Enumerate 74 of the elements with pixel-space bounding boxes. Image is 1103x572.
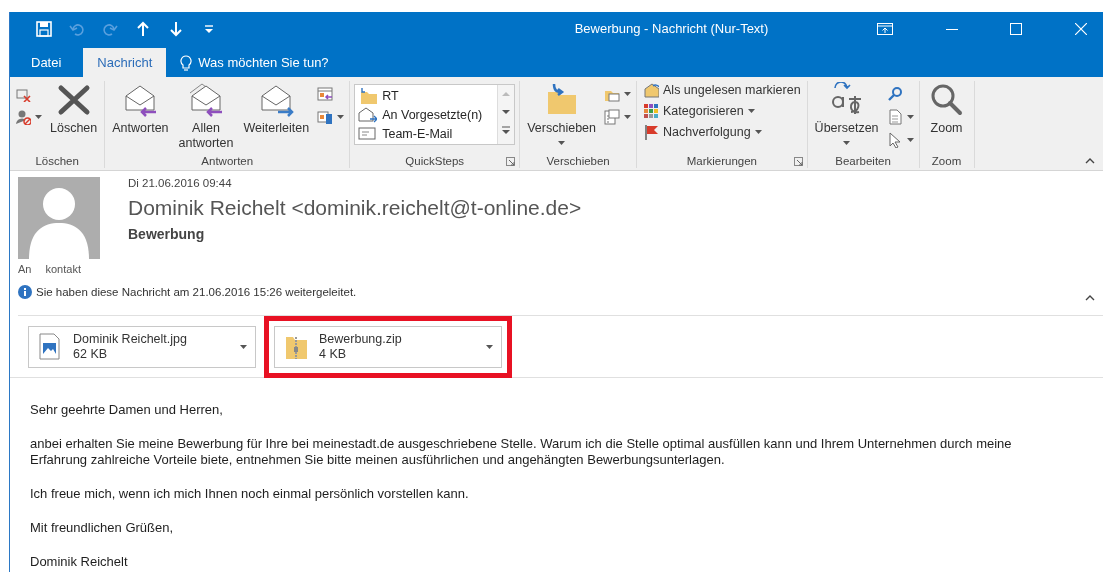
recipient-name[interactable]: kontakt [45, 263, 81, 275]
caret-icon[interactable] [486, 344, 493, 349]
ribbon-button[interactable] [603, 108, 633, 126]
body-paragraph: Dominik Reichelt [30, 554, 129, 570]
attachment-size: 62 KB [73, 347, 109, 361]
ribbon-button[interactable] [14, 108, 43, 126]
group-label: Zoom [931, 155, 962, 167]
document-icon [886, 109, 903, 125]
forward-notice: Sie haben diese Nachricht am 21.06.2016 15:26 weitergeleitet. [36, 286, 358, 298]
quickstep-item[interactable]: RT [358, 86, 495, 105]
find-icon [886, 86, 903, 102]
dialog-launcher-icon[interactable] [793, 157, 803, 166]
reply-all-icon [188, 82, 224, 118]
ribbon-button[interactable]: Als ungelesen markieren [641, 82, 803, 98]
meeting-icon [317, 86, 334, 102]
body-paragraph: anbei erhalten Sie meine Bewerbung für Ihre bei meinestadt.de ausgeschriebene Stelle. Warum ich die Stelle optimal ausfüllen kann und Ihrem Unternehmen durch meine Erfahrung zahlreiche Vorteile biete, entnehmen Sie bitte meinen ausführlichen und angehängten Bewerbungsunterlagen. [30, 436, 1013, 468]
group-label: QuickSteps [405, 155, 465, 167]
body-paragraph: Sehr geehrte Damen und Herren, [30, 402, 224, 418]
group-label: Bearbeiten [835, 155, 891, 167]
attachment-name: Bewerbung.zip [319, 332, 403, 346]
body-paragraph: Ich freue mich, wenn ich mich Ihnen noch einmal persönlich vorstellen kann. [30, 486, 470, 502]
more-actions-icon [317, 109, 334, 125]
attachment-name: Dominik Reichelt.jpg [73, 332, 188, 346]
maximize-icon[interactable] [1010, 22, 1023, 35]
collapse-ribbon-icon[interactable] [1085, 158, 1095, 164]
actions-icon [604, 109, 621, 125]
sender-name[interactable]: Dominik Reichelt <dominik.reichelt@t-online.de> [128, 196, 582, 220]
image-file-icon [39, 333, 61, 360]
ribbon-button[interactable]: Nachverfolgung [641, 124, 803, 140]
info-icon [18, 285, 32, 299]
folder-icon [358, 87, 378, 104]
envelope-arrow-icon [358, 106, 378, 123]
ribbon-button[interactable]: Weiterleiten [240, 81, 313, 137]
junk-icon [15, 109, 31, 125]
group-label: Markierungen [686, 155, 757, 167]
down-arrow-icon[interactable] [168, 20, 184, 37]
ribbon-button[interactable]: Übersetzen [811, 81, 882, 146]
ribbon-button[interactable]: Löschen [47, 81, 101, 137]
to-label: An [18, 263, 32, 275]
ribbon-button[interactable]: Kategorisieren [641, 103, 803, 119]
ribbon-tab[interactable]: Datei [18, 48, 75, 77]
collapse-header-icon[interactable] [1085, 295, 1095, 301]
quickstep-item[interactable]: Team-E-Mail [358, 124, 495, 143]
window-title: Bewerbung - Nachricht (Nur-Text) [573, 21, 770, 36]
flag-icon [643, 124, 660, 140]
group-label: Löschen [35, 155, 79, 167]
categories-icon [643, 103, 660, 119]
attachment-size: 4 KB [319, 347, 348, 361]
group-label: Verschieben [546, 155, 610, 167]
attachment-card[interactable]: Dominik Reichelt.jpg 62 KB [28, 325, 256, 368]
ribbon-button[interactable]: Verschieben [524, 81, 600, 146]
group-label: Antworten [201, 155, 254, 167]
ribbon-display-icon[interactable] [877, 22, 893, 35]
tell-me-field[interactable]: Was möchten Sie tun? [198, 55, 364, 70]
sent-date: Di 21.06.2016 09:44 [128, 177, 233, 189]
ribbon-button[interactable] [316, 108, 346, 126]
pointer-icon [886, 132, 903, 148]
ribbon-button[interactable]: Allen antworten [175, 81, 237, 152]
ribbon-button[interactable]: Zoom [923, 81, 970, 137]
attachment-card[interactable]: Bewerbung.zip 4 KB [274, 325, 502, 368]
up-arrow-icon[interactable] [135, 20, 151, 37]
unread-icon [643, 82, 660, 98]
save-icon[interactable] [36, 20, 52, 37]
ribbon-tab[interactable]: Nachricht [83, 48, 167, 77]
dialog-launcher-icon[interactable] [506, 157, 516, 166]
email-card-icon [358, 125, 378, 142]
ribbon-button[interactable]: Antworten [109, 81, 172, 137]
lightbulb-icon [180, 54, 193, 71]
message-subject: Bewerbung [128, 226, 206, 242]
body-paragraph: Mit freundlichen Grüßen, [30, 520, 175, 536]
close-icon[interactable] [1074, 22, 1087, 35]
caret-icon[interactable] [240, 344, 247, 349]
ignore-icon [15, 86, 31, 102]
quickstep-item[interactable]: An Vorgesetzte(n) [358, 105, 495, 124]
